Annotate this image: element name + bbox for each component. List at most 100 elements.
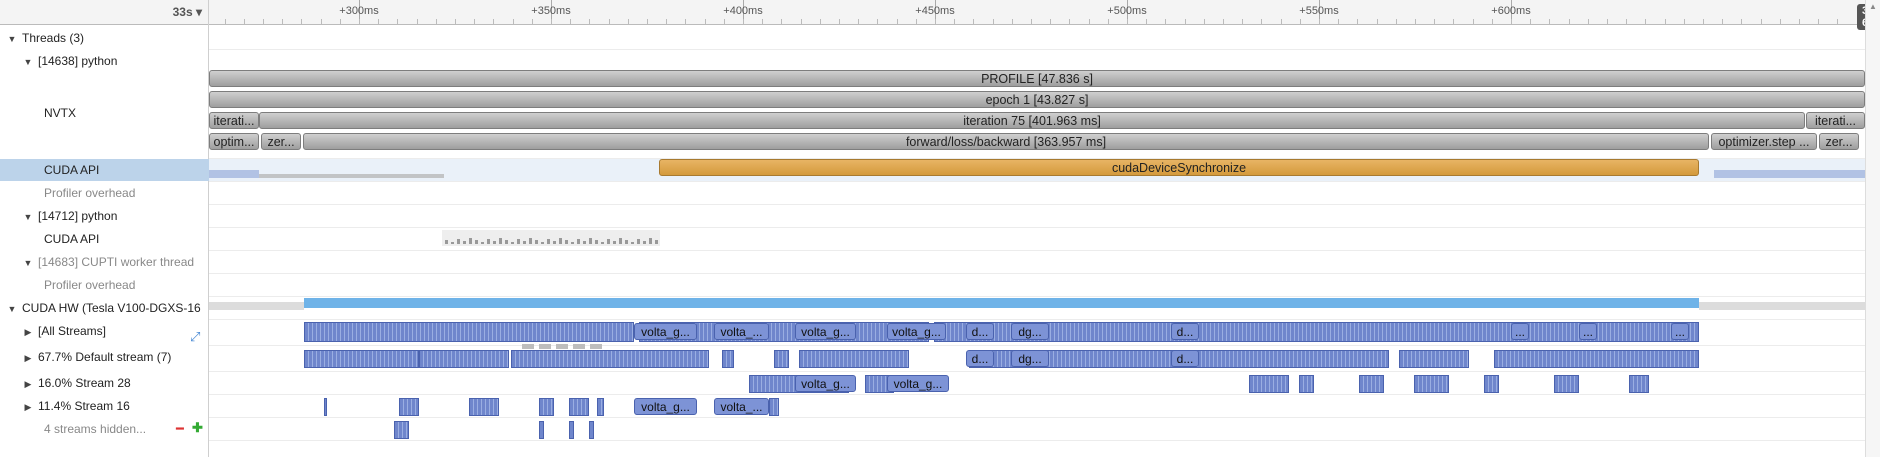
- nvtx-optim-prev[interactable]: optim...: [209, 133, 259, 150]
- api-call-mark: [511, 242, 514, 244]
- ruler-tick-label: +450ms: [915, 5, 955, 17]
- kernel-stripe: [774, 350, 789, 368]
- ruler-minor-tick: [1127, 19, 1128, 24]
- ruler-minor-tick: [1780, 19, 1781, 24]
- kernel-block-stream28[interactable]: volta_g...: [795, 375, 856, 392]
- nvtx-zero-next[interactable]: zer...: [1819, 133, 1859, 150]
- api-call-mark: [481, 242, 484, 244]
- chevron-down-icon[interactable]: ▾: [196, 5, 202, 19]
- row-separator: [209, 204, 1865, 205]
- kernel-stripe: [589, 421, 594, 439]
- api-call-mark: [649, 238, 652, 244]
- kernel-block-all-streams[interactable]: dg...: [1011, 323, 1049, 340]
- nvtx-iteration-bar[interactable]: iteration 75 [401.963 ms]: [259, 112, 1805, 129]
- kernel-block-all-streams[interactable]: ...: [1511, 323, 1529, 340]
- kernel-block-stream16[interactable]: volta_g...: [634, 398, 697, 415]
- collapse-caret-icon[interactable]: ▼: [22, 252, 34, 273]
- vertical-scrollbar[interactable]: ▲: [1865, 0, 1880, 457]
- cuda-api-activity: [1714, 170, 1865, 178]
- row-label-text: CUDA API: [44, 163, 100, 177]
- kernel-stripe: [1554, 375, 1579, 393]
- row-label-0[interactable]: ▼ Threads (3): [0, 27, 214, 49]
- kernel-block-default-stream[interactable]: d...: [966, 350, 994, 367]
- ruler-minor-tick: [225, 19, 226, 24]
- nvtx-epoch-bar[interactable]: epoch 1 [43.827 s]: [209, 91, 1865, 108]
- collapse-caret-icon[interactable]: ▼: [22, 206, 34, 227]
- ruler-minor-tick: [1492, 19, 1493, 24]
- collapse-caret-icon[interactable]: ▼: [6, 28, 18, 49]
- nvtx-forward-bar[interactable]: forward/loss/backward [363.957 ms]: [303, 133, 1709, 150]
- kernel-block-all-streams[interactable]: volta_g...: [887, 323, 946, 340]
- ruler-minor-tick: [455, 19, 456, 24]
- row-label-7[interactable]: ▼ [14683] CUPTI worker thread: [0, 251, 230, 273]
- row-label-5[interactable]: ▼ [14712] python: [0, 205, 230, 227]
- pin-stream-icon[interactable]: ⤢: [190, 330, 200, 343]
- row-label-13[interactable]: ▶ 11.4% Stream 16: [0, 395, 230, 417]
- kernel-block-stream16[interactable]: volta_...: [714, 398, 769, 415]
- nvtx-optim-next[interactable]: optimizer.step ...: [1711, 133, 1817, 150]
- ruler-minor-tick: [1530, 19, 1531, 24]
- time-ruler[interactable]: +300ms +350ms +400ms +450ms +500ms +550ms +600…: [209, 0, 1865, 25]
- row-label-12[interactable]: ▶ 16.0% Stream 28: [0, 372, 230, 394]
- ruler-minor-tick: [705, 19, 706, 24]
- ruler-minor-tick: [628, 19, 629, 24]
- base-time-header[interactable]: 33s ▾: [0, 0, 208, 25]
- kernel-block-default-stream[interactable]: dg...: [1011, 350, 1049, 367]
- nvtx-zero-prev[interactable]: zer...: [261, 133, 301, 150]
- kernel-stripe: [539, 421, 544, 439]
- kernel-stripe: [419, 350, 509, 368]
- ruler-minor-tick: [513, 19, 514, 24]
- ruler-minor-tick: [1799, 19, 1800, 24]
- api-call-mark: [505, 240, 508, 244]
- kernel-block-default-stream[interactable]: d...: [1171, 350, 1199, 367]
- ruler-tick-label: +600ms: [1491, 5, 1531, 17]
- row-label-text: 67.7% Default stream (7): [38, 350, 172, 364]
- row-label-text: [14638] python: [38, 54, 118, 68]
- kernel-block-all-streams[interactable]: volta_g...: [795, 323, 856, 340]
- cuda-device-synchronize-bar[interactable]: cudaDeviceSynchronize: [659, 159, 1699, 176]
- ruler-minor-tick: [1146, 19, 1147, 24]
- ruler-minor-tick: [647, 19, 648, 24]
- nvtx-profile-bar[interactable]: PROFILE [47.836 s]: [209, 70, 1865, 87]
- kernel-block-all-streams[interactable]: d...: [1171, 323, 1199, 340]
- hide-streams-icon[interactable]: ━: [176, 422, 184, 435]
- row-label-9[interactable]: ▼ CUDA HW (Tesla V100-DGXS-16: [0, 297, 214, 319]
- kernel-block-all-streams[interactable]: ...: [1671, 323, 1689, 340]
- scroll-up-icon[interactable]: ▲: [1869, 2, 1877, 11]
- kernel-block-all-streams[interactable]: ...: [1579, 323, 1597, 340]
- kernel-block-all-streams[interactable]: volta_...: [714, 323, 769, 340]
- ruler-minor-tick: [1261, 19, 1262, 24]
- show-streams-icon[interactable]: ✚: [192, 421, 203, 434]
- api-call-mark: [493, 241, 496, 244]
- api-call-mark: [487, 239, 490, 244]
- kernel-stripe: [304, 350, 419, 368]
- expand-caret-icon[interactable]: ▶: [22, 373, 34, 394]
- kernel-stripe: [1359, 375, 1384, 393]
- ruler-minor-tick: [1281, 19, 1282, 24]
- ruler-minor-tick: [1338, 19, 1339, 24]
- ruler-minor-tick: [801, 19, 802, 24]
- hw-utilization-bar: [304, 298, 1699, 308]
- api-call-mark: [553, 241, 556, 244]
- nvtx-iteration-next[interactable]: iterati...: [1806, 112, 1865, 129]
- api-call-mark: [463, 241, 466, 244]
- nvtx-iteration-prev[interactable]: iterati...: [209, 112, 259, 129]
- expand-caret-icon[interactable]: ▶: [22, 347, 34, 368]
- ruler-minor-tick: [301, 19, 302, 24]
- ruler-minor-tick: [1242, 19, 1243, 24]
- ruler-minor-tick: [359, 19, 360, 24]
- expand-caret-icon[interactable]: ▶: [22, 321, 34, 342]
- kernel-block-all-streams[interactable]: volta_g...: [634, 323, 697, 340]
- timeline-view[interactable]: +300ms +350ms +400ms +450ms +500ms +550ms +600…: [209, 0, 1865, 457]
- row-label-11[interactable]: ▶ 67.7% Default stream (7): [0, 346, 230, 368]
- row-label-1[interactable]: ▼ [14638] python: [0, 50, 230, 72]
- ruler-minor-tick: [1607, 19, 1608, 24]
- row-label-text: [14712] python: [38, 209, 118, 223]
- api-call-mark: [607, 239, 610, 244]
- kernel-block-stream28[interactable]: volta_g...: [887, 375, 949, 392]
- expand-caret-icon[interactable]: ▶: [22, 396, 34, 417]
- kernel-block-all-streams[interactable]: d...: [966, 323, 994, 340]
- collapse-caret-icon[interactable]: ▼: [22, 51, 34, 72]
- api-call-mark: [589, 238, 592, 244]
- collapse-caret-icon[interactable]: ▼: [6, 298, 18, 319]
